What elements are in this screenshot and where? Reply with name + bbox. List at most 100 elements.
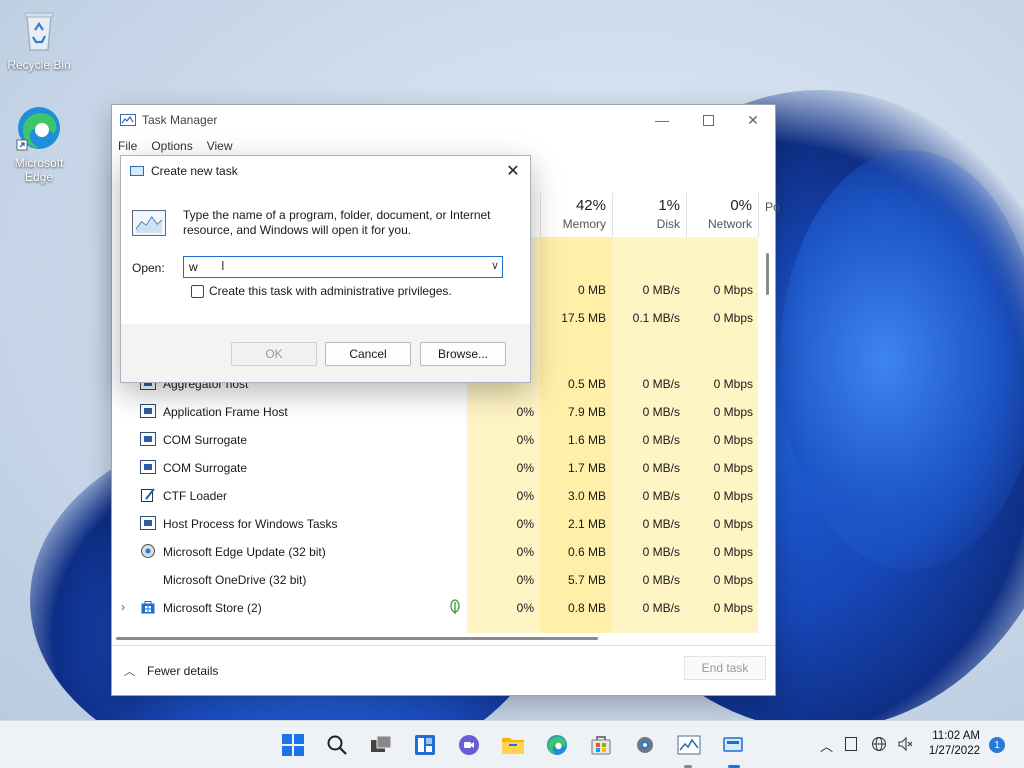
horizontal-scrollbar[interactable] (116, 637, 598, 640)
table-row[interactable]: Application Frame Host 0% 7.9 MB 0 MB/s … (112, 398, 760, 426)
memory-cell: 1.7 MB (567, 461, 606, 475)
memory-column-header[interactable]: 42% Memory (540, 193, 612, 237)
maximize-button[interactable] (685, 105, 731, 135)
disk-cell: 0 MB/s (642, 433, 680, 447)
process-name: COM Surrogate (163, 461, 248, 475)
ok-button[interactable]: OK (231, 342, 317, 366)
cancel-button[interactable]: Cancel (325, 342, 411, 366)
table-row[interactable]: COM Surrogate 0% 1.7 MB 0 MB/s 0 Mbps (112, 454, 760, 482)
chevron-up-icon: ︿ (820, 739, 834, 754)
speaker-muted-icon (898, 736, 913, 752)
memory-cell: 17.5 MB (561, 311, 606, 325)
close-button[interactable]: ✕ (730, 105, 776, 135)
disk-cell: 0.1 MB/s (632, 311, 680, 325)
cpu-cell: 0% (516, 461, 534, 475)
disk-column-header[interactable]: 1% Disk (612, 193, 686, 237)
tray-app-icon[interactable] (845, 737, 857, 754)
notification-badge[interactable]: 1 (989, 737, 1005, 753)
table-row[interactable]: CTF Loader 0% 3.0 MB 0 MB/s 0 Mbps (112, 482, 760, 510)
run-icon (723, 737, 743, 752)
network-cell: 0 Mbps (713, 601, 753, 615)
table-row[interactable]: Microsoft OneDrive (32 bit) 0% 5.7 MB 0 … (112, 566, 760, 594)
open-input-value[interactable]: w (189, 260, 198, 274)
file-explorer-button[interactable] (501, 733, 525, 757)
dialog-title: Create new task (151, 164, 238, 178)
process-icon (140, 404, 156, 418)
network-cell: 0 Mbps (713, 573, 753, 587)
disk-percent: 1% (658, 197, 680, 214)
menu-view[interactable]: View (207, 139, 233, 153)
close-icon: ✕ (747, 111, 759, 128)
network-cell: 0 Mbps (713, 311, 753, 325)
table-row[interactable]: COM Surrogate 0% 1.6 MB 0 MB/s 0 Mbps (112, 426, 760, 454)
dialog-close-button[interactable]: ✕ (502, 160, 524, 182)
cpu-cell: 0% (516, 573, 534, 587)
disk-cell: 0 MB/s (642, 601, 680, 615)
table-row[interactable]: Microsoft Edge Update (32 bit) 0% 0.6 MB… (112, 538, 760, 566)
disk-cell: 0 MB/s (642, 573, 680, 587)
process-name: Microsoft Edge Update (32 bit) (163, 545, 326, 559)
network-cell: 0 Mbps (713, 405, 753, 419)
network-percent: 0% (730, 197, 752, 214)
power-label: Po (765, 200, 780, 214)
edge-button[interactable] (545, 733, 569, 757)
memory-cell: 0 MB (577, 283, 606, 297)
run-icon (130, 166, 144, 176)
process-icon (140, 432, 156, 446)
widgets-icon (415, 735, 435, 755)
admin-checkbox[interactable] (191, 284, 204, 298)
clock[interactable]: 11:02 AM 1/27/2022 (929, 729, 980, 759)
chevron-down-icon[interactable]: ∨ (491, 259, 499, 272)
task-manager-icon (120, 114, 136, 126)
search-button[interactable] (325, 733, 349, 757)
table-row[interactable]: Host Process for Windows Tasks 0% 2.1 MB… (112, 510, 760, 538)
cpu-cell: 0% (516, 489, 534, 503)
volume-tray-button[interactable] (897, 736, 913, 755)
vertical-scrollbar[interactable] (766, 253, 769, 295)
show-hidden-icons-button[interactable]: ︿ (820, 736, 833, 755)
dialog-title-bar[interactable]: Create new task (121, 156, 530, 186)
fewer-details-button[interactable]: ︿ Fewer details (124, 663, 218, 679)
recycle-bin-icon (15, 6, 63, 54)
task-manager-icon (132, 210, 166, 236)
process-name: Microsoft Store (2) (163, 601, 262, 615)
run-dialog-taskbar-button[interactable] (721, 733, 745, 757)
task-view-button[interactable] (369, 733, 393, 757)
memory-label: Memory (562, 217, 606, 231)
edge-icon (547, 735, 567, 755)
table-row[interactable]: › Microsoft Store (2) 0% 0.8 MB 0 MB/s 0… (112, 594, 760, 622)
menu-options[interactable]: Options (151, 139, 192, 153)
disk-label: Disk (656, 217, 680, 231)
admin-privileges-option[interactable]: Create this task with administrative pri… (191, 284, 452, 298)
desktop-icon-microsoft-edge[interactable]: Microsoft Edge (3, 104, 75, 184)
desktop-icon-recycle-bin[interactable]: Recycle Bin (3, 6, 75, 72)
edge-icon (15, 104, 63, 152)
widgets-button[interactable] (413, 733, 437, 757)
open-combobox[interactable]: w I ∨ (183, 256, 503, 278)
chat-icon (459, 735, 479, 755)
folder-icon (502, 738, 524, 754)
power-column-header[interactable]: Po (758, 193, 780, 237)
disk-cell: 0 MB/s (642, 517, 680, 531)
memory-cell: 1.6 MB (567, 433, 606, 447)
browse-button[interactable]: Browse... (420, 342, 506, 366)
dialog-description: Type the name of a program, folder, docu… (183, 208, 491, 237)
minimize-button[interactable]: — (639, 105, 685, 135)
network-cell: 0 Mbps (713, 489, 753, 503)
process-name: COM Surrogate (163, 433, 248, 447)
network-column-header[interactable]: 0% Network (686, 193, 758, 237)
end-task-button[interactable]: End task (684, 656, 766, 680)
desktop-icon-label: Recycle Bin (7, 58, 71, 72)
ctf-loader-icon (140, 487, 156, 503)
disk-cell: 0 MB/s (642, 461, 680, 475)
store-button[interactable] (589, 733, 613, 757)
task-manager-taskbar-button[interactable] (677, 733, 701, 757)
menu-file[interactable]: File (118, 139, 137, 153)
start-button[interactable] (281, 733, 305, 757)
cpu-cell: 0% (516, 517, 534, 531)
network-tray-button[interactable] (871, 736, 887, 755)
expand-chevron-icon[interactable]: › (121, 600, 125, 614)
chat-button[interactable] (457, 733, 481, 757)
create-new-task-dialog: Create new task ✕ Type the name of a pro… (120, 155, 531, 383)
settings-button[interactable] (633, 733, 657, 757)
